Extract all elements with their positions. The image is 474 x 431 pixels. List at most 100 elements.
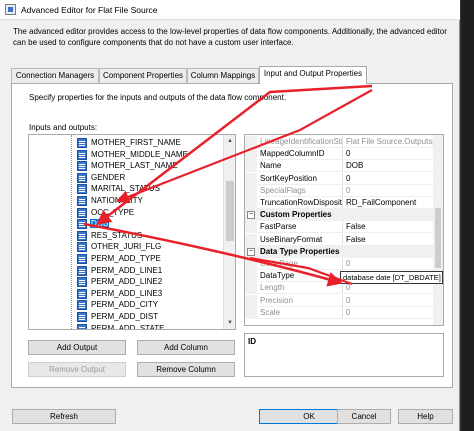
column-icon xyxy=(77,265,87,276)
property-value[interactable]: 0 xyxy=(344,173,433,185)
property-category-label: Data Type Properties xyxy=(260,246,340,256)
property-gutter xyxy=(245,136,257,148)
app-icon xyxy=(5,4,16,15)
tree-item-label: PERM_ADD_STATE xyxy=(91,323,165,330)
tree-column-item[interactable]: OCC_TYPE xyxy=(29,207,224,219)
properties-scrollbar[interactable] xyxy=(433,135,443,325)
tree-column-item[interactable]: GENDER xyxy=(29,172,224,184)
tree-item-label: GENDER xyxy=(91,172,126,182)
title-bar[interactable]: Advanced Editor for Flat File Source xyxy=(0,0,460,20)
remove-column-button[interactable]: Remove Column xyxy=(137,362,235,377)
column-icon xyxy=(77,300,87,311)
property-value[interactable]: DOB xyxy=(344,160,433,173)
tab-connection-managers[interactable]: Connection Managers xyxy=(11,68,99,83)
tree-column-item[interactable]: MOTHER_MIDDLE_NAME xyxy=(29,149,224,161)
tree-column-item[interactable]: NATIONALITY xyxy=(29,195,224,207)
property-name: Precision xyxy=(258,294,343,307)
property-value[interactable]: RD_FailComponent xyxy=(344,197,433,209)
property-name: UseBinaryFormat xyxy=(258,233,343,246)
property-value[interactable]: False xyxy=(344,221,433,234)
datatype-value-dropdown[interactable]: database date [DT_DBDATE] xyxy=(340,271,443,284)
tree-item-label: PERM_ADD_LINE1 xyxy=(91,265,163,275)
scroll-thumb[interactable] xyxy=(226,181,234,241)
scroll-down-icon[interactable]: ▼ xyxy=(224,317,235,329)
properties-grid[interactable]: LineageIdentificationStringFlat File Sou… xyxy=(244,134,444,326)
background-area xyxy=(461,0,474,431)
tab-component-properties[interactable]: Component Properties xyxy=(99,68,187,83)
tree-column-item[interactable]: MOTHER_FIRST_NAME xyxy=(29,137,224,149)
tree-column-item[interactable]: DOB xyxy=(29,218,224,230)
property-value[interactable]: 0 xyxy=(344,148,433,161)
inputs-outputs-tree[interactable]: MOTHER_FIRST_NAME MOTHER_MIDDLE_NAME MOTHE… xyxy=(28,134,236,330)
property-description-title: ID xyxy=(248,337,256,346)
column-icon xyxy=(77,242,87,253)
property-name: Name xyxy=(258,160,343,173)
tree-scrollbar[interactable]: ▲ ▼ xyxy=(223,135,235,329)
property-value[interactable]: 0 xyxy=(344,295,433,307)
column-icon xyxy=(77,230,87,241)
properties-scroll-thumb[interactable] xyxy=(435,208,441,268)
property-row[interactable]: FastParse False xyxy=(245,221,433,234)
property-row[interactable]: Length 0 xyxy=(245,282,433,295)
collapse-icon[interactable]: − xyxy=(247,211,255,220)
tree-item-label: PERM_ADD_LINE2 xyxy=(91,277,163,287)
property-row[interactable]: Name DOB xyxy=(245,160,433,173)
column-icon xyxy=(77,184,87,195)
property-row[interactable]: MappedColumnID 0 xyxy=(245,148,433,161)
tree-column-item[interactable]: PERM_ADD_LINE2 xyxy=(29,276,224,288)
property-row[interactable]: Scale 0 xyxy=(245,306,433,319)
tree-column-item[interactable]: PERM_ADD_LINE1 xyxy=(29,265,224,277)
property-value[interactable]: 0 xyxy=(344,258,433,270)
tree-column-item[interactable]: RES_STATUS xyxy=(29,230,224,242)
property-row[interactable]: SpecialFlags 0 xyxy=(245,184,433,197)
property-name: DataType xyxy=(258,270,343,283)
property-value[interactable]: 0 xyxy=(344,185,433,197)
tab-column-mappings[interactable]: Column Mappings xyxy=(187,68,259,83)
property-value[interactable]: Flat File Source.Outputs[Fla xyxy=(344,136,433,148)
help-button[interactable]: Help xyxy=(398,409,453,424)
tree-column-item[interactable]: PERM_ADD_TYPE xyxy=(29,253,224,265)
tree-item-label: MOTHER_MIDDLE_NAME xyxy=(91,149,188,159)
property-gutter xyxy=(245,160,257,173)
property-gutter xyxy=(245,172,257,185)
property-value[interactable]: False xyxy=(344,234,433,246)
property-row[interactable]: UseBinaryFormat False xyxy=(245,233,433,246)
property-gutter xyxy=(245,184,257,197)
cancel-button[interactable]: Cancel xyxy=(337,409,391,424)
tree-column-item[interactable]: OTHER_JURI_FLG xyxy=(29,241,224,253)
property-name: SortKeyPosition xyxy=(258,172,343,185)
scroll-up-icon[interactable]: ▲ xyxy=(224,135,235,147)
property-value[interactable]: 0 xyxy=(344,307,433,319)
tree-item-label: NATIONALITY xyxy=(91,196,143,205)
property-name: Scale xyxy=(258,306,343,319)
window-title: Advanced Editor for Flat File Source xyxy=(21,5,158,15)
property-gutter xyxy=(245,148,257,161)
refresh-button[interactable]: Refresh xyxy=(12,409,116,424)
column-icon xyxy=(77,277,87,288)
add-column-button[interactable]: Add Column xyxy=(137,340,235,355)
collapse-icon[interactable]: − xyxy=(247,247,255,256)
tab-input-output-properties[interactable]: Input and Output Properties xyxy=(259,66,367,84)
editor-description: The advanced editor provides access to t… xyxy=(13,27,447,47)
add-output-button[interactable]: Add Output xyxy=(28,340,126,355)
property-row[interactable]: TruncationRowDispositionRD_FailComponent xyxy=(245,197,433,209)
property-row[interactable]: CodePage 0 xyxy=(245,258,433,270)
property-category[interactable]: − Custom Properties xyxy=(245,209,433,222)
property-row[interactable]: SortKeyPosition 0 xyxy=(245,172,433,185)
tree-item-label: MOTHER_LAST_NAME xyxy=(91,161,178,171)
tree-column-item[interactable]: PERM_ADD_CITY xyxy=(29,299,224,311)
property-name: TruncationRowDisposition xyxy=(258,197,343,209)
tree-column-item[interactable]: MOTHER_LAST_NAME xyxy=(29,160,224,172)
tree-column-item[interactable]: MARITAL_STATUS xyxy=(29,183,224,195)
tree-column-item[interactable]: PERM_ADD_LINE3 xyxy=(29,288,224,300)
property-row[interactable]: Precision 0 xyxy=(245,294,433,307)
tree-column-item[interactable]: PERM_ADD_DIST xyxy=(29,311,224,323)
property-gutter xyxy=(245,221,257,234)
tree-column-item[interactable]: PERM_ADD_STATE xyxy=(29,323,224,330)
property-row[interactable]: LineageIdentificationStringFlat File Sou… xyxy=(245,136,433,148)
remove-output-button[interactable]: Remove Output xyxy=(28,362,126,377)
property-value[interactable]: 0 xyxy=(344,282,433,295)
property-category-label: Custom Properties xyxy=(260,210,332,220)
property-category[interactable]: − Data Type Properties xyxy=(245,245,433,258)
tree-item-label: PERM_ADD_LINE3 xyxy=(91,288,163,298)
